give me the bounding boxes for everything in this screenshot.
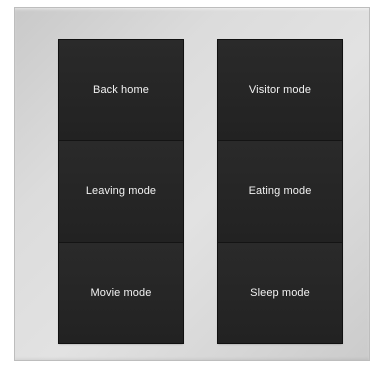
movie-mode-label: Movie mode <box>90 286 152 299</box>
scene-switch-panel-view: Back home Leaving mode Movie mode Visito… <box>0 0 388 373</box>
back-home-label: Back home <box>93 84 149 97</box>
right-key-column: Visitor mode Eating mode Sleep mode <box>218 40 342 343</box>
leaving-mode-button[interactable]: Leaving mode <box>59 141 183 243</box>
left-key-column: Back home Leaving mode Movie mode <box>59 40 183 343</box>
sleep-mode-button[interactable]: Sleep mode <box>218 242 342 343</box>
eating-mode-button[interactable]: Eating mode <box>218 141 342 243</box>
visitor-mode-label: Visitor mode <box>248 84 312 97</box>
sleep-mode-label: Sleep mode <box>250 286 310 299</box>
eating-mode-label: Eating mode <box>248 185 312 198</box>
visitor-mode-button[interactable]: Visitor mode <box>218 40 342 142</box>
back-home-button[interactable]: Back home <box>59 40 183 142</box>
leaving-mode-label: Leaving mode <box>85 185 157 198</box>
wall-plate: Back home Leaving mode Movie mode Visito… <box>14 7 370 361</box>
movie-mode-button[interactable]: Movie mode <box>59 242 183 343</box>
